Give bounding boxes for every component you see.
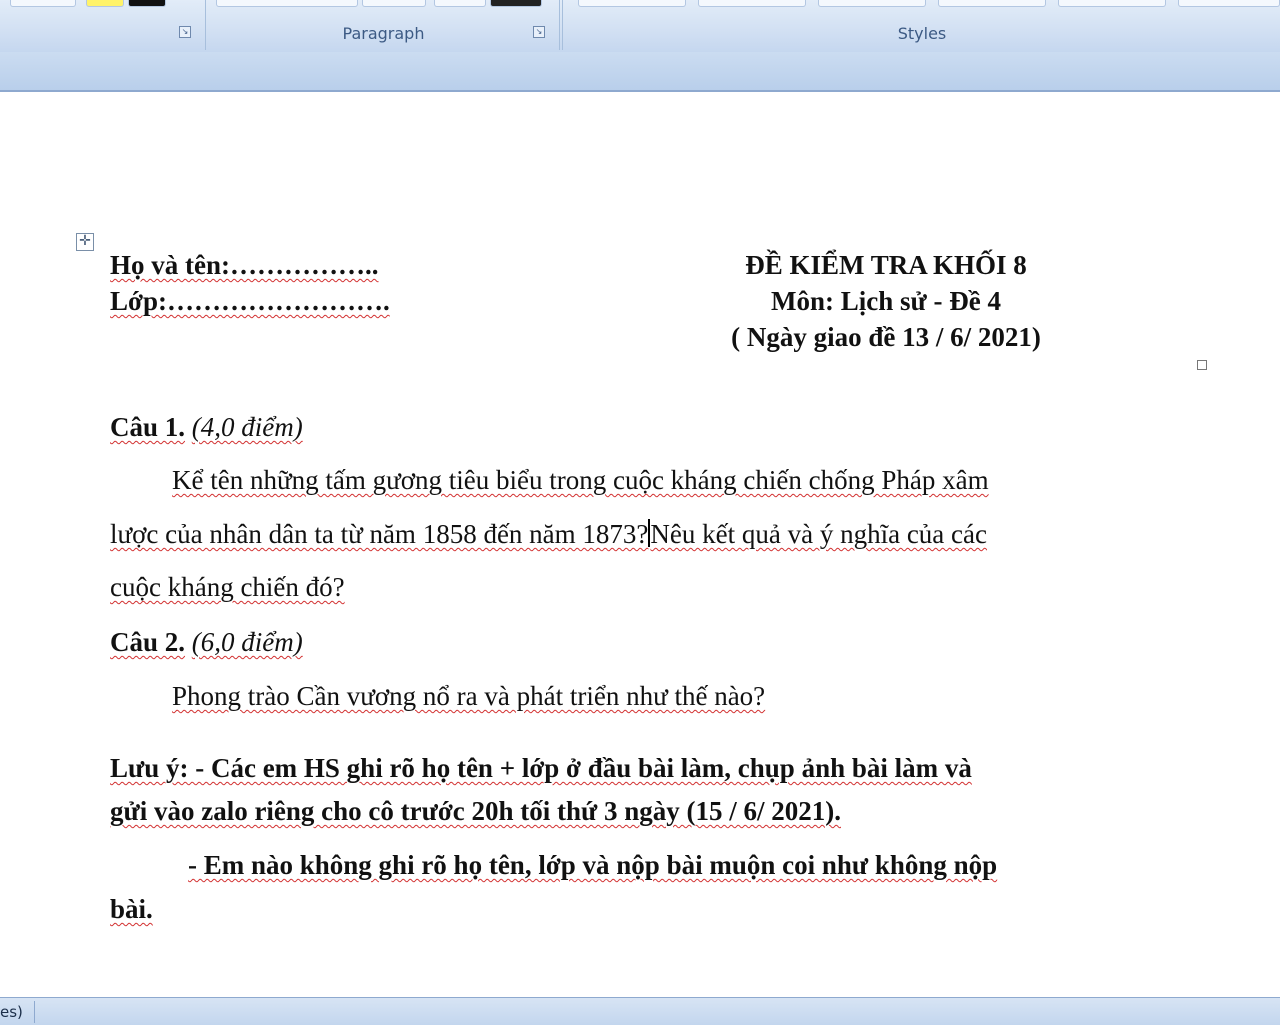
document-page[interactable]: ✛ Họ và tên:…………….. Lớp:……………………. ĐỀ KIỂ… (0, 92, 1280, 997)
question-1-text-line-2b: Nêu kết quả và ý nghĩa của các (650, 519, 987, 549)
question-1-text-line-1: Kể tên những tấm gương tiêu biểu trong c… (172, 465, 989, 495)
exam-subject: Môn: Lịch sử - Đề 4 (771, 286, 1001, 316)
status-bar: es) (0, 997, 1280, 1025)
student-name-line: Họ và tên:…………….. (110, 250, 379, 280)
table-move-handle-icon[interactable]: ✛ (76, 233, 94, 251)
styles-group-label: Styles (897, 24, 947, 43)
status-text: es) (0, 1003, 23, 1021)
paragraph-group: Paragraph ↘ (208, 0, 560, 50)
question-2-points: (6,0 điểm) (191, 627, 303, 657)
paragraph-group-label: Paragraph (342, 24, 425, 43)
question-2-heading: Câu 2. (6,0 điểm) (110, 627, 303, 658)
note-line-4: bài. (110, 894, 153, 924)
note-line-2: gửi vào zalo riêng cho cô trước 20h tối … (110, 796, 841, 826)
ribbon: ↘ Paragraph ↘ Styles (0, 0, 1280, 53)
font-dialog-launcher-icon[interactable]: ↘ (179, 26, 191, 38)
exam-date: ( Ngày giao đề 13 / 6/ 2021) (731, 322, 1041, 352)
ruler-area (0, 52, 1280, 92)
note-line-3: - Em nào không ghi rõ họ tên, lớp và nộp… (188, 850, 998, 880)
question-1-points: (4,0 điểm) (191, 412, 303, 442)
paragraph-dialog-launcher-icon[interactable]: ↘ (533, 26, 545, 38)
styles-group: Styles (562, 0, 1280, 50)
font-group: ↘ (0, 0, 206, 50)
question-1-text-line-2: lược của nhân dân ta từ năm 1858 đến năm… (110, 519, 987, 550)
status-separator (34, 1001, 35, 1023)
question-1-text-line-3: cuộc kháng chiến đó? (110, 572, 345, 602)
question-2-label: Câu 2. (110, 627, 186, 657)
question-2-text: Phong trào Cần vương nổ ra và phát triển… (172, 681, 766, 711)
question-1-label: Câu 1. (110, 412, 186, 442)
exam-title: ĐỀ KIỂM TRA KHỐI 8 (745, 250, 1027, 280)
question-1-heading: Câu 1. (4,0 điểm) (110, 412, 303, 443)
question-1-text-line-2a: lược của nhân dân ta từ năm 1858 đến năm… (110, 519, 649, 549)
student-class-line: Lớp:……………………. (110, 286, 390, 316)
note-line-1: Lưu ý: - Các em HS ghi rõ họ tên + lớp ở… (110, 753, 972, 783)
table-resize-handle[interactable] (1197, 360, 1207, 370)
